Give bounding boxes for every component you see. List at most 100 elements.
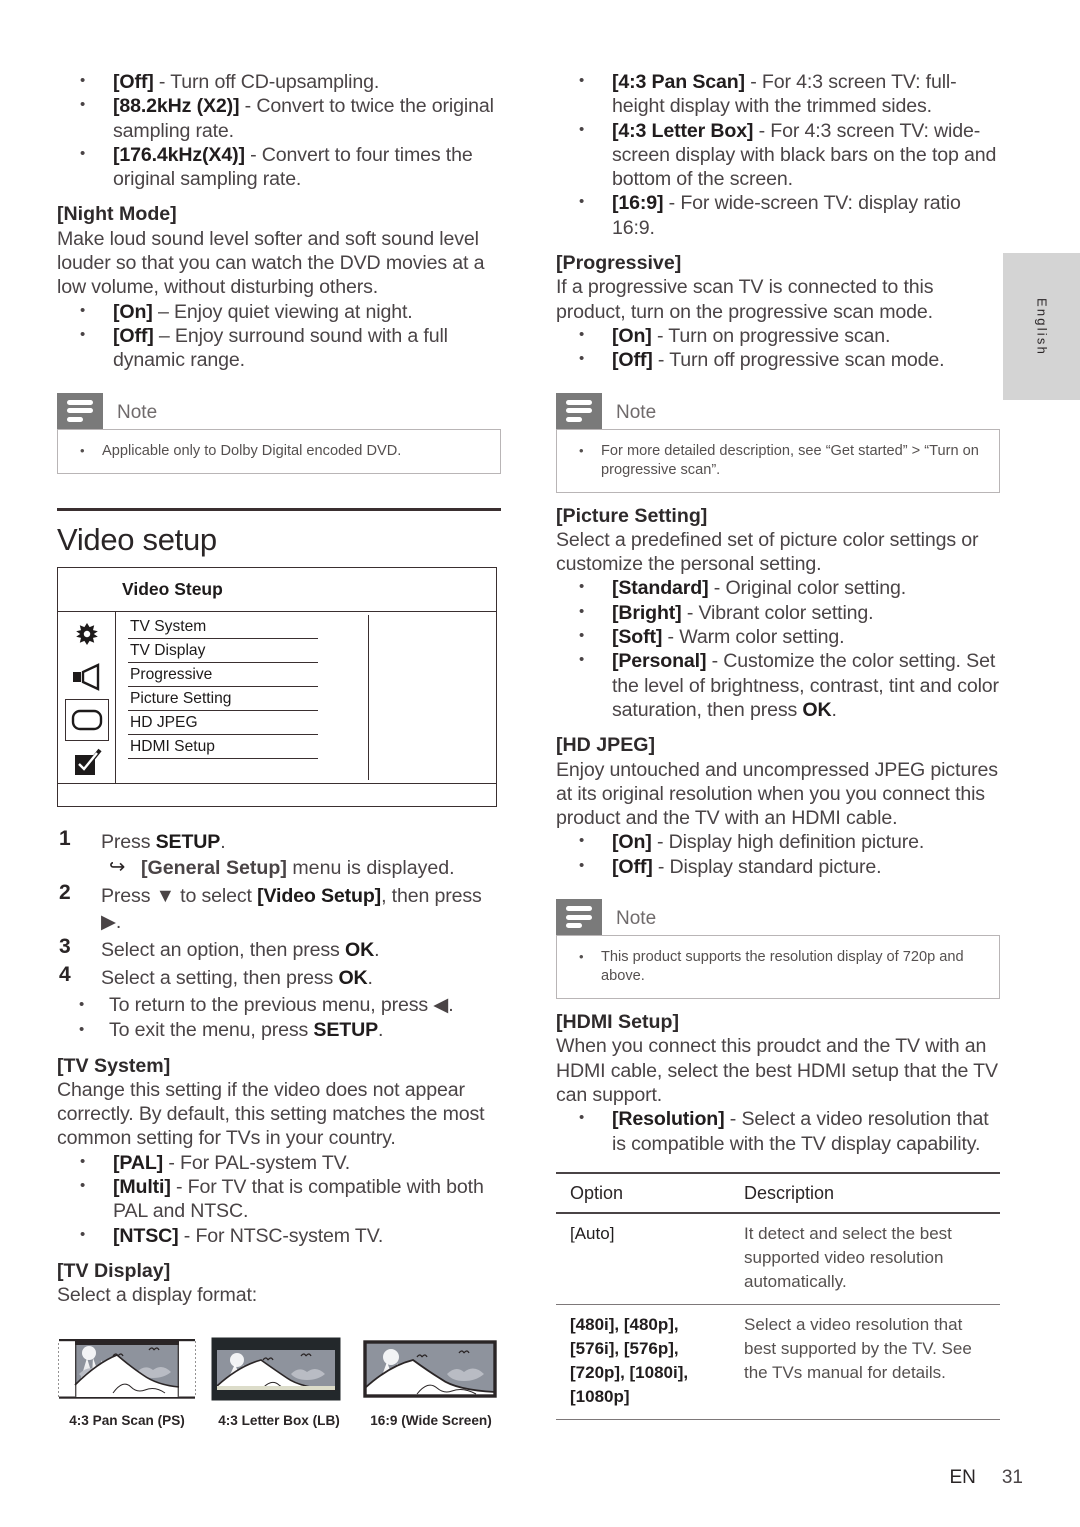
tv-screen-icon [64, 699, 109, 741]
option-desc: - For PAL-system TV. [163, 1151, 351, 1174]
hd-jpeg-bullet-list: [On] - Display high definition picture.[… [556, 829, 1000, 879]
table-cell-description: Select a video resolution that best supp… [744, 1314, 972, 1382]
language-tab: English [1003, 253, 1080, 400]
list-item: To exit the menu, press SETUP. [57, 1017, 501, 1043]
table-cell-description: It detect and select the best supported … [744, 1223, 952, 1291]
night-mode-bullet-list: [On] – Enjoy quiet viewing at night.[Off… [57, 299, 501, 373]
left-column: [Off] - Turn off CD-upsampling.[88.2kHz … [57, 69, 501, 1428]
note-item: For more detailed description, see “Get … [575, 441, 985, 480]
step-number: 3 [59, 934, 71, 958]
option-desc: – Enjoy surround sound with a full dynam… [113, 324, 448, 372]
table-row: [Auto] It detect and select the best supp… [556, 1214, 1000, 1305]
table-cell-option: [480i], [480p], [576i], [576p], [720p], … [570, 1314, 689, 1406]
list-item: To return to the previous menu, press ◀. [57, 992, 501, 1018]
night-mode-body: Make loud sound level softer and soft so… [57, 227, 485, 299]
footer-language-code: EN [949, 1467, 976, 1488]
list-item: [16:9] - For wide-screen TV: display rat… [556, 190, 1000, 240]
option-term: [4:3 Pan Scan] [612, 71, 745, 93]
note-body: For more detailed description, see “Get … [556, 428, 1000, 493]
step-number: 4 [59, 962, 71, 986]
note-title: Note [616, 401, 657, 423]
note-body: This product supports the resolution dis… [556, 935, 1000, 1000]
option-term: [On] [113, 300, 153, 323]
procedure-steps: 1 Press SETUP.[General Setup] menu is dis… [57, 827, 501, 991]
option-desc: – Enjoy quiet viewing at night. [152, 300, 413, 323]
option-desc: - Warm color setting. [662, 626, 845, 649]
picture-setting-heading: [Picture Setting] [556, 504, 708, 527]
option-desc: - For NTSC-system TV. [178, 1224, 384, 1247]
procedure-step: 4 Select a setting, then press OK. [57, 962, 501, 991]
option-term: [Personal] [612, 650, 707, 673]
option-desc: - Turn off progressive scan mode. [652, 349, 945, 372]
option-term: [Resolution] [612, 1108, 725, 1131]
letter-box-thumbnail: 4:3 Letter Box (LB) [209, 1336, 349, 1428]
table-cell-option: [Auto] [570, 1223, 615, 1243]
osd-menu-item[interactable]: TV Display [128, 639, 318, 663]
list-item: [Bright] - Vibrant color setting. [556, 600, 1000, 625]
option-term: [Multi] [113, 1176, 171, 1199]
note-box-3: Note This product supports the resolutio… [556, 899, 1000, 1000]
option-term: [88.2kHz (X2)] [113, 95, 240, 118]
tv-system-body: Change this setting if the video does no… [57, 1078, 485, 1150]
video-setup-osd-illustration: Video Steup TV System TV Display Progres… [57, 566, 497, 807]
option-term: [On] [612, 324, 652, 347]
list-item: [88.2kHz (X2)] - Convert to twice the or… [57, 93, 501, 143]
note-icon [57, 392, 103, 429]
note-item: This product supports the resolution dis… [575, 947, 985, 986]
tv-display-heading: [TV Display] [57, 1259, 171, 1282]
hd-jpeg-body: Enjoy untouched and uncompressed JPEG pi… [556, 758, 998, 830]
tv-system-bullet-list: [PAL] - For PAL-system TV.[Multi] - For … [57, 1150, 501, 1248]
list-item: [On] - Display high definition picture. [556, 829, 1000, 854]
tv-display-thumbnails: 4:3 Pan Scan (PS) 4:3 Letter Box (LB) 16… [57, 1336, 501, 1428]
thumbnail-caption: 4:3 Letter Box (LB) [218, 1412, 340, 1428]
step-text: Select an option, then press OK. [101, 938, 380, 961]
step-text: Press ▼ to select [Video Setup], then pr… [101, 884, 482, 933]
speaker-icon [65, 657, 109, 697]
tv-display-body: Select a display format: [57, 1284, 258, 1307]
list-item: [Soft] - Warm color setting. [556, 624, 1000, 649]
osd-menu-item[interactable]: HD JPEG [128, 711, 318, 735]
note-box-1: Note Applicable only to Dolby Digital en… [57, 392, 501, 474]
hdmi-setup-heading: [HDMI Setup] [556, 1011, 679, 1034]
wide-screen-thumbnail: 16:9 (Wide Screen) [361, 1336, 501, 1428]
picture-setting-body: Select a predefined set of picture color… [556, 528, 979, 576]
picture-setting-bullet-list: [Standard] - Original color setting.[Bri… [556, 575, 1000, 722]
note-icon [556, 899, 602, 936]
osd-menu-item[interactable]: TV System [128, 615, 318, 639]
night-mode-heading: [Night Mode] [57, 203, 177, 226]
step-result: [General Setup] menu is displayed. [101, 854, 501, 881]
option-desc: - Turn on progressive scan. [651, 324, 891, 347]
note-title: Note [117, 401, 158, 423]
option-term: [Off] [612, 855, 653, 878]
procedure-step: 3 Select an option, then press OK. [57, 934, 501, 963]
language-tab-label: English [1034, 297, 1049, 356]
option-desc: - Vibrant color setting. [681, 601, 874, 624]
progressive-bullet-list: [On] - Turn on progressive scan.[Off] - … [556, 323, 1000, 373]
osd-menu-item[interactable]: HDMI Setup [128, 735, 318, 759]
thumbnail-caption: 16:9 (Wide Screen) [370, 1412, 492, 1428]
option-term: [Standard] [612, 577, 709, 600]
hd-jpeg-heading: [HD JPEG] [556, 734, 656, 757]
pan-scan-thumbnail: 4:3 Pan Scan (PS) [57, 1336, 197, 1428]
tv-system-heading: [TV System] [57, 1054, 171, 1077]
option-term: [4:3 Letter Box] [612, 119, 754, 142]
note-box-2: Note For more detailed description, see … [556, 392, 1000, 493]
thumbnail-caption: 4:3 Pan Scan (PS) [69, 1412, 185, 1428]
procedure-step: 2 Press ▼ to select [Video Setup], then p… [57, 881, 501, 935]
hdmi-setup-bullet-list: [Resolution] - Select a video resolution… [556, 1106, 1000, 1156]
option-desc: - Display standard picture. [652, 855, 882, 878]
step-text: Select a setting, then press OK. [101, 966, 373, 989]
osd-menu-item[interactable]: Progressive [128, 663, 318, 687]
progressive-heading: [Progressive] [556, 252, 682, 275]
list-item: [Off] - Turn off progressive scan mode. [556, 347, 1000, 372]
video-setup-section-header: Video setup [57, 507, 501, 558]
osd-title: Video Steup [58, 568, 496, 612]
list-item: [Resolution] - Select a video resolution… [556, 1106, 1000, 1156]
note-header: Note [57, 392, 501, 429]
osd-footer-bar [58, 784, 496, 806]
list-item: [Off] – Enjoy surround sound with a full… [57, 323, 501, 373]
option-term: [Off] [113, 71, 154, 93]
option-term: [NTSC] [113, 1224, 179, 1247]
table-row: [480i], [480p], [576i], [576p], [720p], … [556, 1305, 1000, 1420]
osd-menu-item[interactable]: Picture Setting [128, 687, 318, 711]
